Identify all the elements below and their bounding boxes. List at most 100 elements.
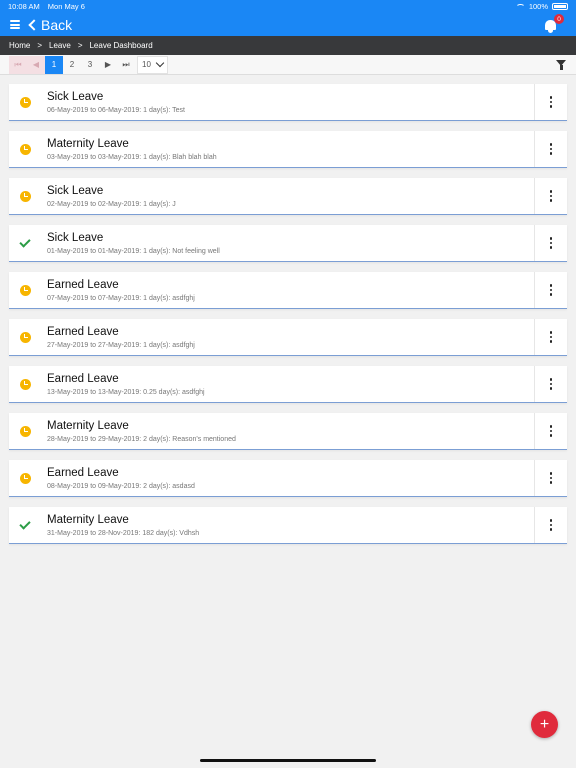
battery-percent: 100% xyxy=(528,2,548,11)
clock-icon xyxy=(19,190,31,202)
leave-details: 07-May-2019 to 07-May-2019: 1 day(s): as… xyxy=(47,294,195,302)
leave-card[interactable]: Maternity Leave 03-May-2019 to 03-May-201… xyxy=(9,131,567,168)
add-leave-button[interactable]: + xyxy=(531,711,558,738)
leave-card-body: Sick Leave 01-May-2019 to 01-May-2019: 1 … xyxy=(41,225,534,261)
leave-list: Sick Leave 06-May-2019 to 06-May-2019: 1 … xyxy=(0,75,576,544)
leave-card[interactable]: Sick Leave 06-May-2019 to 06-May-2019: 1 … xyxy=(9,84,567,121)
status-indicator xyxy=(9,413,41,449)
leave-card-body: Earned Leave 13-May-2019 to 13-May-2019: … xyxy=(41,366,534,402)
more-vertical-icon xyxy=(549,96,553,99)
last-page-button[interactable]: ⏭ xyxy=(117,56,135,74)
more-vertical-icon xyxy=(549,237,553,240)
pagination-bar: ⏮ ◀ 1 2 3 ▶ ⏭ 10 xyxy=(0,55,576,75)
more-options-button[interactable] xyxy=(534,460,567,496)
filter-icon[interactable] xyxy=(556,60,566,70)
home-indicator xyxy=(200,759,376,762)
more-options-button[interactable] xyxy=(534,413,567,449)
leave-card[interactable]: Maternity Leave 31-May-2019 to 28-Nov-201… xyxy=(9,507,567,544)
battery-icon xyxy=(552,3,568,10)
leave-details: 03-May-2019 to 03-May-2019: 1 day(s): Bl… xyxy=(47,153,217,161)
prev-page-button[interactable]: ◀ xyxy=(27,55,45,74)
status-bar: 10:08 AM Mon May 6 100% xyxy=(0,0,576,13)
status-time: 10:08 AM xyxy=(8,2,40,11)
more-options-button[interactable] xyxy=(534,366,567,402)
leave-card[interactable]: Sick Leave 01-May-2019 to 01-May-2019: 1 … xyxy=(9,225,567,262)
page-1-button[interactable]: 1 xyxy=(45,55,63,74)
app-bar: Back 0 xyxy=(0,13,576,36)
breadcrumb-separator: > xyxy=(77,41,83,50)
more-vertical-icon xyxy=(549,378,553,381)
next-page-button[interactable]: ▶ xyxy=(99,56,117,74)
leave-details: 06-May-2019 to 06-May-2019: 1 day(s): Te… xyxy=(47,106,185,114)
status-indicator xyxy=(9,131,41,167)
more-vertical-icon xyxy=(549,425,553,428)
leave-type: Earned Leave xyxy=(47,466,119,479)
more-vertical-icon xyxy=(549,331,553,334)
more-options-button[interactable] xyxy=(534,319,567,355)
leave-card[interactable]: Earned Leave 08-May-2019 to 09-May-2019: … xyxy=(9,460,567,497)
status-indicator xyxy=(9,366,41,402)
leave-details: 01-May-2019 to 01-May-2019: 1 day(s): No… xyxy=(47,247,220,255)
leave-card-body: Earned Leave 07-May-2019 to 07-May-2019: … xyxy=(41,272,534,308)
status-indicator xyxy=(9,319,41,355)
leave-card[interactable]: Maternity Leave 28-May-2019 to 29-May-201… xyxy=(9,413,567,450)
leave-card[interactable]: Earned Leave 13-May-2019 to 13-May-2019: … xyxy=(9,366,567,403)
leave-card[interactable]: Earned Leave 07-May-2019 to 07-May-2019: … xyxy=(9,272,567,309)
leave-details: 08-May-2019 to 09-May-2019: 2 day(s): as… xyxy=(47,482,195,490)
leave-card-body: Maternity Leave 31-May-2019 to 28-Nov-201… xyxy=(41,507,534,543)
clock-icon xyxy=(19,425,31,437)
leave-card[interactable]: Earned Leave 27-May-2019 to 27-May-2019: … xyxy=(9,319,567,356)
more-vertical-icon xyxy=(549,284,553,287)
leave-card-body: Sick Leave 02-May-2019 to 02-May-2019: 1 … xyxy=(41,178,534,214)
more-options-button[interactable] xyxy=(534,178,567,214)
leave-card-body: Maternity Leave 03-May-2019 to 03-May-201… xyxy=(41,131,534,167)
breadcrumb-current: Leave Dashboard xyxy=(89,41,153,50)
clock-icon xyxy=(19,378,31,390)
leave-type: Maternity Leave xyxy=(47,419,129,432)
leave-card[interactable]: Sick Leave 02-May-2019 to 02-May-2019: 1 … xyxy=(9,178,567,215)
status-right: 100% xyxy=(515,2,568,11)
breadcrumb-separator: > xyxy=(37,41,43,50)
back-label: Back xyxy=(41,16,73,33)
leave-type: Earned Leave xyxy=(47,325,119,338)
breadcrumb-leave[interactable]: Leave xyxy=(49,41,71,50)
more-options-button[interactable] xyxy=(534,84,567,120)
check-icon xyxy=(19,517,31,530)
clock-icon xyxy=(19,96,31,108)
status-date: Mon May 6 xyxy=(47,2,85,11)
status-indicator xyxy=(9,225,41,261)
menu-icon[interactable] xyxy=(10,20,20,29)
leave-details: 02-May-2019 to 02-May-2019: 1 day(s): J xyxy=(47,200,176,208)
more-vertical-icon xyxy=(549,519,553,522)
back-button[interactable]: Back xyxy=(28,17,72,33)
leave-type: Earned Leave xyxy=(47,372,119,385)
page-2-button[interactable]: 2 xyxy=(63,56,81,74)
status-indicator xyxy=(9,272,41,308)
notifications-button[interactable]: 0 xyxy=(544,14,564,33)
leave-type: Sick Leave xyxy=(47,184,104,197)
more-options-button[interactable] xyxy=(534,225,567,261)
wifi-icon xyxy=(515,3,525,10)
chevron-left-icon xyxy=(28,18,40,31)
clock-icon xyxy=(19,472,31,484)
more-options-button[interactable] xyxy=(534,272,567,308)
clock-icon xyxy=(19,331,31,343)
page-3-button[interactable]: 3 xyxy=(81,56,99,74)
more-vertical-icon xyxy=(549,190,553,193)
leave-details: 31-May-2019 to 28-Nov-2019: 182 day(s): … xyxy=(47,529,200,537)
status-left: 10:08 AM Mon May 6 xyxy=(8,2,91,11)
leave-card-body: Sick Leave 06-May-2019 to 06-May-2019: 1 … xyxy=(41,84,534,120)
leave-card-body: Earned Leave 27-May-2019 to 27-May-2019: … xyxy=(41,319,534,355)
leave-type: Maternity Leave xyxy=(47,513,129,526)
more-options-button[interactable] xyxy=(534,507,567,543)
page-size-select[interactable]: 10 xyxy=(137,55,168,74)
leave-type: Sick Leave xyxy=(47,231,104,244)
leave-card-body: Earned Leave 08-May-2019 to 09-May-2019: … xyxy=(41,460,534,496)
more-vertical-icon xyxy=(549,143,553,146)
more-vertical-icon xyxy=(549,472,553,475)
status-indicator xyxy=(9,178,41,214)
first-page-button[interactable]: ⏮ xyxy=(9,55,27,74)
more-options-button[interactable] xyxy=(534,131,567,167)
chevron-down-icon xyxy=(155,58,165,67)
breadcrumb-home[interactable]: Home xyxy=(9,41,30,50)
